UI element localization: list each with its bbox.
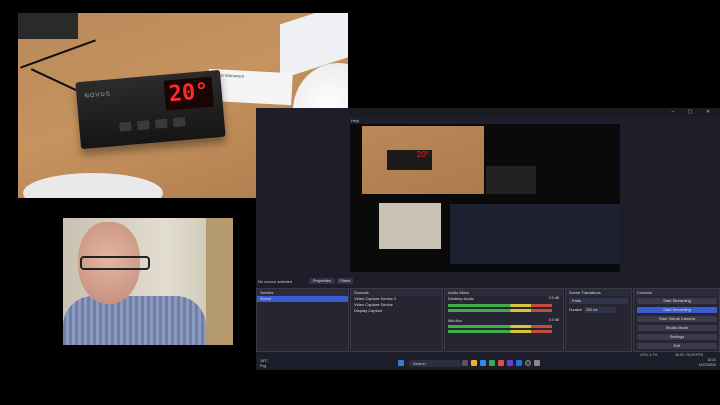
windows-taskbar: 18°C Fog Search 10:21 12/07/2024 <box>256 357 720 370</box>
clock-date: 12/07/2024 <box>698 363 716 367</box>
preview-person-capture <box>379 203 441 249</box>
controls-dock: Controls Start Streaming Start Recording… <box>633 288 720 352</box>
scenes-dock: Scenes Scene <box>256 288 349 352</box>
cable <box>20 39 96 69</box>
task-view-icon[interactable] <box>462 360 468 366</box>
start-recording-button[interactable]: Start Recording <box>637 307 717 313</box>
weather-widget[interactable]: 18°C Fog <box>260 359 268 368</box>
clock[interactable]: 10:21 12/07/2024 <box>698 358 716 368</box>
no-source-label: No source selected <box>258 279 293 284</box>
person-head <box>78 222 150 304</box>
device-brand: NOVUS <box>84 91 112 100</box>
obs-icon[interactable] <box>525 360 531 366</box>
laptop-corner <box>18 13 78 39</box>
volume-meter <box>448 325 552 328</box>
exit-button[interactable]: Exit <box>637 343 717 349</box>
camera-feed-person <box>63 218 233 345</box>
channel-db: 0.0 dB <box>548 318 559 322</box>
app-icon[interactable] <box>498 360 504 366</box>
file-explorer-icon[interactable] <box>471 360 477 366</box>
edge-icon[interactable] <box>480 360 486 366</box>
app-icon[interactable] <box>534 360 540 366</box>
scene-transitions-title: Scene Transitions <box>566 289 631 296</box>
settings-button[interactable]: Settings <box>637 334 717 340</box>
channel-db: 0.0 dB <box>548 296 559 300</box>
volume-slider[interactable] <box>448 330 552 333</box>
obs-title-bar <box>349 108 720 116</box>
weather-text: Fog <box>260 363 267 368</box>
temperature-display: 20° <box>163 76 214 111</box>
duration-label: Duration <box>569 308 583 312</box>
volume-slider[interactable] <box>448 309 552 312</box>
preview-display-capture <box>450 204 620 264</box>
scene-transitions-dock: Scene Transitions Fade Duration 300 ms <box>565 288 632 352</box>
start-virtual-camera-button[interactable]: Start Virtual Camera <box>637 316 717 322</box>
sources-title: Sources <box>351 289 442 296</box>
audio-mixer-title: Audio Mixer <box>445 289 563 296</box>
door <box>206 218 233 345</box>
channel-name: Desktop Audio <box>448 296 474 301</box>
person-shirt <box>63 296 206 345</box>
weather-temp: 18°C <box>260 359 268 363</box>
device-keys <box>119 115 215 135</box>
controls-title: Controls <box>634 289 719 296</box>
volume-meter <box>448 304 552 307</box>
start-streaming-button[interactable]: Start Streaming <box>637 298 717 304</box>
temperature-controller: NOVUS 20° <box>75 69 226 150</box>
properties-button[interactable]: Properties <box>309 278 335 284</box>
scene-item[interactable]: Scene <box>257 296 348 302</box>
filters-button[interactable]: Filters <box>337 278 353 284</box>
store-icon[interactable] <box>489 360 495 366</box>
start-icon[interactable] <box>398 360 404 366</box>
preview-device-capture: 20° <box>362 126 484 194</box>
app-icon[interactable] <box>516 360 522 366</box>
preview-nested <box>486 166 536 194</box>
audio-mixer-dock: Audio Mixer Desktop Audio 0.0 dB Mic/Aux… <box>444 288 564 352</box>
scenes-title: Scenes <box>257 289 348 296</box>
channel-name: Mic/Aux <box>448 318 463 323</box>
transition-select[interactable]: Fade <box>569 298 628 304</box>
obs-preview[interactable]: 20° <box>350 124 620 272</box>
menu-help[interactable]: Help <box>351 118 359 123</box>
white-plate <box>23 173 163 198</box>
source-item[interactable]: Display Capture <box>351 308 442 314</box>
sources-dock: Sources Video Capture Device 2 Video Cap… <box>350 288 443 352</box>
window-controls[interactable]: – ▢ ✕ <box>672 109 716 115</box>
duration-input[interactable]: 300 ms <box>584 307 616 313</box>
app-icon[interactable] <box>507 360 513 366</box>
studio-mode-button[interactable]: Studio Mode <box>637 325 717 331</box>
glasses <box>80 256 150 270</box>
taskbar-search[interactable]: Search <box>409 360 461 367</box>
